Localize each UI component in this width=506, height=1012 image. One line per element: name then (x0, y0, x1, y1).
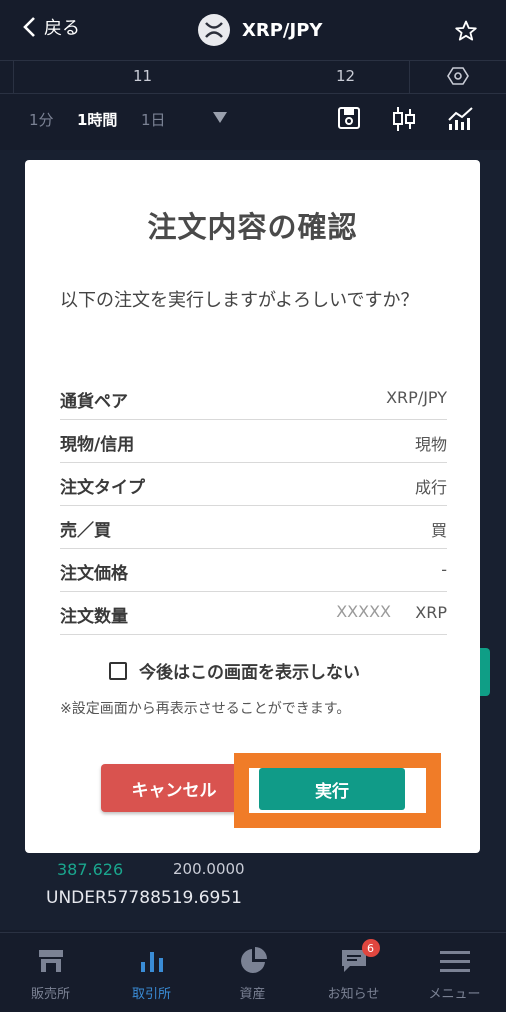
settings-note: ※設定画面から再表示させることができます。 (60, 701, 351, 717)
dont-show-again-checkbox[interactable] (109, 661, 127, 680)
nav-item-exchange[interactable]: 取引所 (101, 933, 202, 1012)
detail-row: 売／買 買 (60, 506, 447, 549)
notification-badge: 6 (361, 939, 380, 957)
pair-title: XRP/JPY (198, 14, 322, 46)
indicator-icon[interactable] (447, 106, 475, 130)
detail-row: 注文数量 XXXXX XRP (60, 592, 447, 635)
chart-toolbar: 1分 1時間 1日 (0, 94, 506, 144)
detail-quantity: XXXXX (336, 602, 391, 621)
app-header: 戻る XRP/JPY (0, 0, 506, 60)
nav-label: メニュー (428, 987, 481, 1002)
detail-key: 注文タイプ (60, 478, 145, 498)
detail-row: 現物/信用 現物 (60, 420, 447, 463)
detail-value: 成行 (414, 478, 447, 497)
nav-label: 資産 (239, 987, 266, 1002)
settings-hex-icon[interactable] (447, 65, 469, 87)
candlestick-icon[interactable] (392, 106, 416, 132)
detail-key: 売／買 (60, 521, 111, 541)
store-icon (38, 950, 63, 972)
detail-value: 買 (430, 521, 447, 540)
bottom-navigation: 販売所 取引所 資産 6 お知らせ メニュー (0, 932, 506, 1012)
back-label: 戻る (44, 18, 80, 39)
background-amount: 200.0000 (173, 860, 245, 878)
order-confirm-dialog: 注文内容の確認 以下の注文を実行しますがよろしいですか？ 通貨ペア XRP/JP… (25, 160, 480, 853)
execute-highlight-frame: 実行 (234, 753, 441, 828)
pair-name: XRP/JPY (242, 19, 323, 41)
detail-row: 注文価格 - (60, 549, 447, 592)
nav-item-news[interactable]: 6 お知らせ (303, 933, 404, 1012)
interval-1day[interactable]: 1日 (141, 109, 166, 130)
nav-label: 販売所 (30, 987, 70, 1002)
star-icon[interactable] (454, 19, 478, 43)
execute-highlight-inner: 実行 (249, 768, 426, 813)
xrp-logo-icon (198, 14, 230, 46)
divider (409, 61, 410, 93)
detail-key: 通貨ペア (60, 392, 128, 412)
menu-icon (439, 951, 470, 972)
time-label: 11 (133, 67, 153, 85)
detail-key: 注文数量 (60, 607, 128, 627)
detail-row: 通貨ペア XRP/JPY (60, 377, 447, 420)
detail-key: 注文価格 (60, 564, 128, 584)
background-price: 387.626 (57, 860, 124, 879)
bar-chart-icon (140, 952, 163, 972)
time-label: 12 (336, 67, 356, 85)
nav-label: 取引所 (131, 987, 171, 1002)
pie-chart-icon (240, 947, 267, 973)
detail-key: 現物/信用 (60, 435, 135, 455)
detail-row: 注文タイプ 成行 (60, 463, 447, 506)
dont-show-again-label: 今後はこの画面を表示しない (139, 663, 360, 683)
time-axis-bar: 11 12 (0, 60, 506, 94)
nav-item-assets[interactable]: 資産 (202, 933, 303, 1012)
interval-1min[interactable]: 1分 (29, 109, 54, 130)
detail-unit: XRP (415, 603, 447, 622)
nav-item-menu[interactable]: メニュー (404, 933, 505, 1012)
detail-value: - (441, 560, 447, 579)
nav-item-store[interactable]: 販売所 (0, 933, 101, 1012)
save-icon[interactable] (337, 106, 361, 130)
chevron-left-icon (23, 17, 35, 37)
divider (13, 61, 14, 93)
interval-dropdown-icon[interactable] (213, 112, 227, 123)
back-button[interactable]: 戻る (22, 14, 80, 40)
interval-1hour[interactable]: 1時間 (77, 109, 117, 130)
order-details: 通貨ペア XRP/JPY 現物/信用 現物 注文タイプ 成行 売／買 買 注文価… (60, 377, 447, 635)
background-under-text: UNDER57788519.6951 (46, 888, 242, 908)
detail-value: 現物 (414, 435, 447, 454)
execute-button[interactable]: 実行 (259, 768, 405, 810)
nav-label: お知らせ (327, 987, 380, 1002)
dont-show-again-option[interactable]: 今後はこの画面を表示しない (109, 658, 360, 683)
dialog-message: 以下の注文を実行しますがよろしいですか？ (60, 290, 419, 311)
detail-value: XRP/JPY (386, 388, 447, 407)
cancel-button[interactable]: キャンセル (101, 764, 247, 812)
dialog-title: 注文内容の確認 (147, 210, 358, 244)
